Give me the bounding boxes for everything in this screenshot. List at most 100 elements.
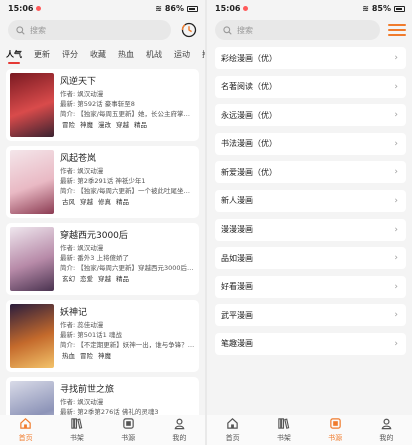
nav-label: 首页 bbox=[225, 434, 240, 442]
comic-tag: 神魔 bbox=[80, 121, 93, 129]
search-input[interactable]: 搜索 bbox=[8, 20, 171, 40]
category-tabs: 人气 更新 评分 收藏 热血 机战 运动 推 bbox=[0, 43, 205, 65]
home-screen: 15:06 ≋ 86% 搜索 人气 更新 评分 收藏 热血 机战 运动 推 风逆天下作者: 飒… bbox=[0, 0, 205, 445]
comic-cover-image[interactable] bbox=[10, 304, 54, 368]
comic-tag: 古风 bbox=[62, 198, 75, 206]
nav-profile[interactable]: 我的 bbox=[159, 417, 199, 443]
top-bar: 搜索 bbox=[207, 17, 412, 43]
source-row[interactable]: 永远漫画（优） › bbox=[215, 104, 406, 127]
status-bar: 15:06 ≋ 86% bbox=[0, 0, 205, 17]
status-icons: ≋ 86% bbox=[155, 4, 198, 13]
tab-运动[interactable]: 运动 bbox=[174, 49, 190, 60]
comic-card[interactable]: 风逆天下作者: 飒汉动漫最新: 第592话 豪事斩至8 简介: 【独家/每周五更新… bbox=[6, 69, 199, 141]
battery-level: 85% bbox=[371, 4, 391, 13]
comic-cover-image[interactable] bbox=[10, 73, 54, 137]
comic-title[interactable]: 寻找前世之旅 bbox=[60, 382, 195, 395]
source-row[interactable]: 书法漫画（优） › bbox=[215, 132, 406, 155]
chevron-right-icon: › bbox=[394, 167, 398, 178]
battery-icon bbox=[394, 5, 405, 12]
chevron-right-icon: › bbox=[394, 195, 398, 206]
status-time: 15:06 bbox=[8, 4, 42, 13]
comic-title[interactable]: 风逆天下 bbox=[60, 74, 195, 87]
source-row[interactable]: 新爱漫画（优） › bbox=[215, 161, 406, 184]
tab-人气[interactable]: 人气 bbox=[6, 49, 22, 64]
source-row[interactable]: 武平漫画 › bbox=[215, 304, 406, 327]
status-time: 15:06 bbox=[215, 4, 249, 13]
source-name: 彩绘漫画（优） bbox=[221, 53, 277, 63]
comic-latest-chapter: 最新: 番外3 上将傻娇了 bbox=[60, 254, 129, 262]
source-name: 武平漫画 bbox=[221, 310, 253, 320]
tab-评分[interactable]: 评分 bbox=[62, 49, 78, 60]
comic-latest-chapter: 最新: 第592话 豪事斩至8 bbox=[60, 100, 135, 108]
search-placeholder: 搜索 bbox=[30, 25, 46, 35]
comic-card[interactable]: 风起苍岚 作者: 飒汉动漫 最新: 第2季291话 神祇少年1 简介: 【独家/每周六… bbox=[6, 146, 199, 218]
history-icon[interactable] bbox=[179, 20, 199, 40]
comic-title[interactable]: 穿越西元3000后 bbox=[60, 228, 195, 241]
comic-cover-image[interactable] bbox=[10, 227, 54, 291]
home-icon bbox=[19, 417, 32, 432]
chevron-right-icon: › bbox=[394, 138, 398, 149]
nav-book-source[interactable]: 书源 bbox=[315, 417, 355, 443]
comic-tag: 玄幻 bbox=[62, 275, 75, 283]
tab-热血[interactable]: 热血 bbox=[118, 49, 134, 60]
menu-icon[interactable] bbox=[388, 21, 406, 39]
comic-latest-chapter: 最新: 第2季291话 神祇少年1 bbox=[60, 177, 146, 185]
nav-bookshelf[interactable]: 书架 bbox=[264, 417, 304, 443]
comic-latest-chapter: 最新: 第501话1 魂战 bbox=[60, 331, 122, 339]
chevron-right-icon: › bbox=[394, 224, 398, 235]
comic-title[interactable]: 风起苍岚 bbox=[60, 151, 195, 164]
search-input[interactable]: 搜索 bbox=[215, 20, 380, 40]
source-row[interactable]: 名著阅读（优） › bbox=[215, 75, 406, 98]
source-row[interactable]: 漫漫漫画 › bbox=[215, 218, 406, 241]
nav-profile[interactable]: 我的 bbox=[366, 417, 406, 443]
chevron-right-icon: › bbox=[394, 281, 398, 292]
source-row[interactable]: 彩绘漫画（优） › bbox=[215, 47, 406, 69]
comic-info: 风起苍岚 作者: 飒汉动漫 最新: 第2季291话 神祇少年1 简介: 【独家/每周六… bbox=[60, 150, 195, 214]
bookshelf-icon bbox=[70, 417, 83, 432]
source-name: 品如漫画 bbox=[221, 253, 253, 263]
nav-label: 书源 bbox=[121, 434, 136, 442]
bottom-nav: 首页 书架 书源 我的 bbox=[0, 415, 205, 445]
comic-tags: 冒险 神魔 漫改 穿越 精品 bbox=[60, 119, 195, 129]
battery-level: 86% bbox=[164, 4, 184, 13]
home-icon bbox=[226, 417, 239, 432]
source-name: 笔趣漫画 bbox=[221, 339, 253, 349]
nav-book-source[interactable]: 书源 bbox=[108, 417, 148, 443]
source-row[interactable]: 新人漫画 › bbox=[215, 189, 406, 212]
nav-label: 书架 bbox=[69, 434, 84, 442]
nav-home[interactable]: 首页 bbox=[213, 417, 253, 443]
source-name: 漫漫漫画 bbox=[221, 225, 253, 235]
source-row[interactable]: 好看漫画 › bbox=[215, 275, 406, 298]
chevron-right-icon: › bbox=[394, 253, 398, 264]
comic-tags: 玄幻 恋爱 穿越 精品 bbox=[60, 273, 195, 283]
chevron-right-icon: › bbox=[394, 110, 398, 121]
search-icon bbox=[223, 25, 232, 35]
source-row[interactable]: 笔趣漫画 › bbox=[215, 332, 406, 355]
book-source-icon bbox=[122, 417, 135, 432]
comic-tags: 古风 穿越 修真 精品 bbox=[60, 196, 195, 206]
comic-tags: 热血 冒险 神魔 bbox=[60, 350, 195, 360]
tab-推[interactable]: 推 bbox=[202, 49, 205, 60]
tab-收藏[interactable]: 收藏 bbox=[90, 49, 106, 60]
comic-tag: 精品 bbox=[116, 275, 129, 283]
book-source-icon bbox=[329, 417, 342, 432]
tab-机战[interactable]: 机战 bbox=[146, 49, 162, 60]
source-name: 名著阅读（优） bbox=[221, 82, 277, 92]
comic-tag: 精品 bbox=[134, 121, 147, 129]
comic-card[interactable]: 穿越西元3000后 作者: 飒汉动漫 最新: 番外3 上将傻娇了 简介: 【独家/每周… bbox=[6, 223, 199, 295]
comic-title[interactable]: 妖神记 bbox=[60, 305, 195, 318]
status-icons: ≋ 85% bbox=[362, 4, 405, 13]
source-row[interactable]: 品如漫画 › bbox=[215, 247, 406, 270]
nav-home[interactable]: 首页 bbox=[6, 417, 46, 443]
tab-更新[interactable]: 更新 bbox=[34, 49, 50, 60]
comic-tag: 穿越 bbox=[98, 275, 111, 283]
comic-author: 作者: 飒汉动漫 bbox=[60, 167, 104, 175]
comic-cover-image[interactable] bbox=[10, 150, 54, 214]
comic-author: 作者: 飒汉动漫 bbox=[60, 90, 104, 98]
nav-bookshelf[interactable]: 书架 bbox=[57, 417, 97, 443]
battery-icon bbox=[187, 5, 198, 12]
comic-intro: 简介: 【独家/每周五更新】她，长公主府掌… bbox=[60, 110, 190, 118]
comic-info: 穿越西元3000后 作者: 飒汉动漫 最新: 番外3 上将傻娇了 简介: 【独家/每周… bbox=[60, 227, 195, 291]
comic-tag: 穿越 bbox=[80, 198, 93, 206]
comic-card[interactable]: 妖神记 作者: 蕊佳动漫 最新: 第501话1 魂战 简介: 【不定期更新】妖神一出，… bbox=[6, 300, 199, 372]
